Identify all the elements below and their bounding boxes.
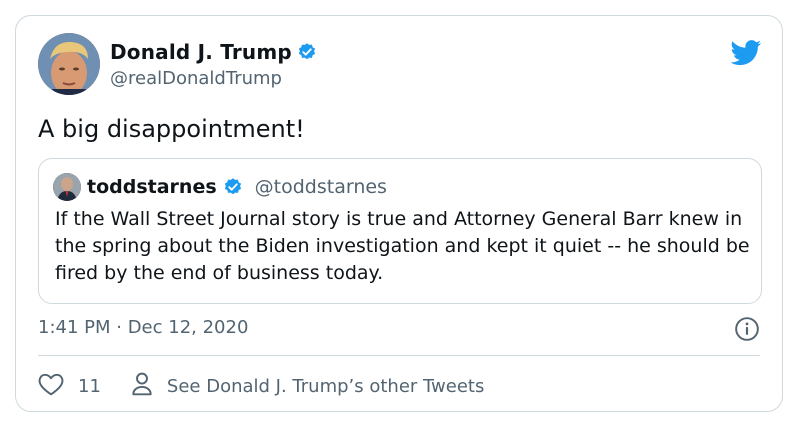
quoted-tweet-text: If the Wall Street Journal story is true… — [55, 208, 750, 284]
tweet-text: A big disappointment! — [38, 115, 305, 143]
info-icon[interactable] — [734, 316, 760, 346]
like-button[interactable]: 11 — [38, 372, 101, 400]
see-other-tweets-label[interactable]: See Donald J. Trump’s other Tweets — [167, 376, 484, 397]
quoted-author-handle: @toddstarnes — [254, 176, 387, 198]
quoted-tweet[interactable]: toddstarnes @toddstarnes If the Wall Str… — [38, 158, 762, 304]
author-handle[interactable]: @realDonaldTrump — [110, 68, 282, 89]
quoted-author-avatar — [53, 173, 81, 201]
quoted-tweet-header: toddstarnes @toddstarnes — [53, 173, 387, 201]
author-display-name[interactable]: Donald J. Trump — [110, 40, 292, 64]
divider — [38, 355, 760, 356]
verified-badge-icon — [297, 42, 317, 62]
author-name-row[interactable]: Donald J. Trump — [110, 40, 317, 64]
person-icon — [131, 371, 153, 401]
see-other-tweets-link[interactable]: See Donald J. Trump’s other Tweets — [131, 371, 484, 401]
heart-icon[interactable] — [38, 372, 64, 400]
verified-badge-icon — [223, 177, 243, 197]
like-count: 11 — [78, 375, 101, 397]
twitter-bird-icon[interactable] — [730, 40, 762, 70]
tweet-actions: 11 See Donald J. Trump’s other Tweets — [38, 371, 484, 401]
tweet-card: Donald J. Trump @realDonaldTrump A big d… — [15, 15, 783, 412]
quoted-author-display-name: toddstarnes — [87, 176, 217, 198]
author-avatar[interactable] — [38, 33, 100, 95]
tweet-timestamp[interactable]: 1:41 PM · Dec 12, 2020 — [38, 317, 248, 338]
